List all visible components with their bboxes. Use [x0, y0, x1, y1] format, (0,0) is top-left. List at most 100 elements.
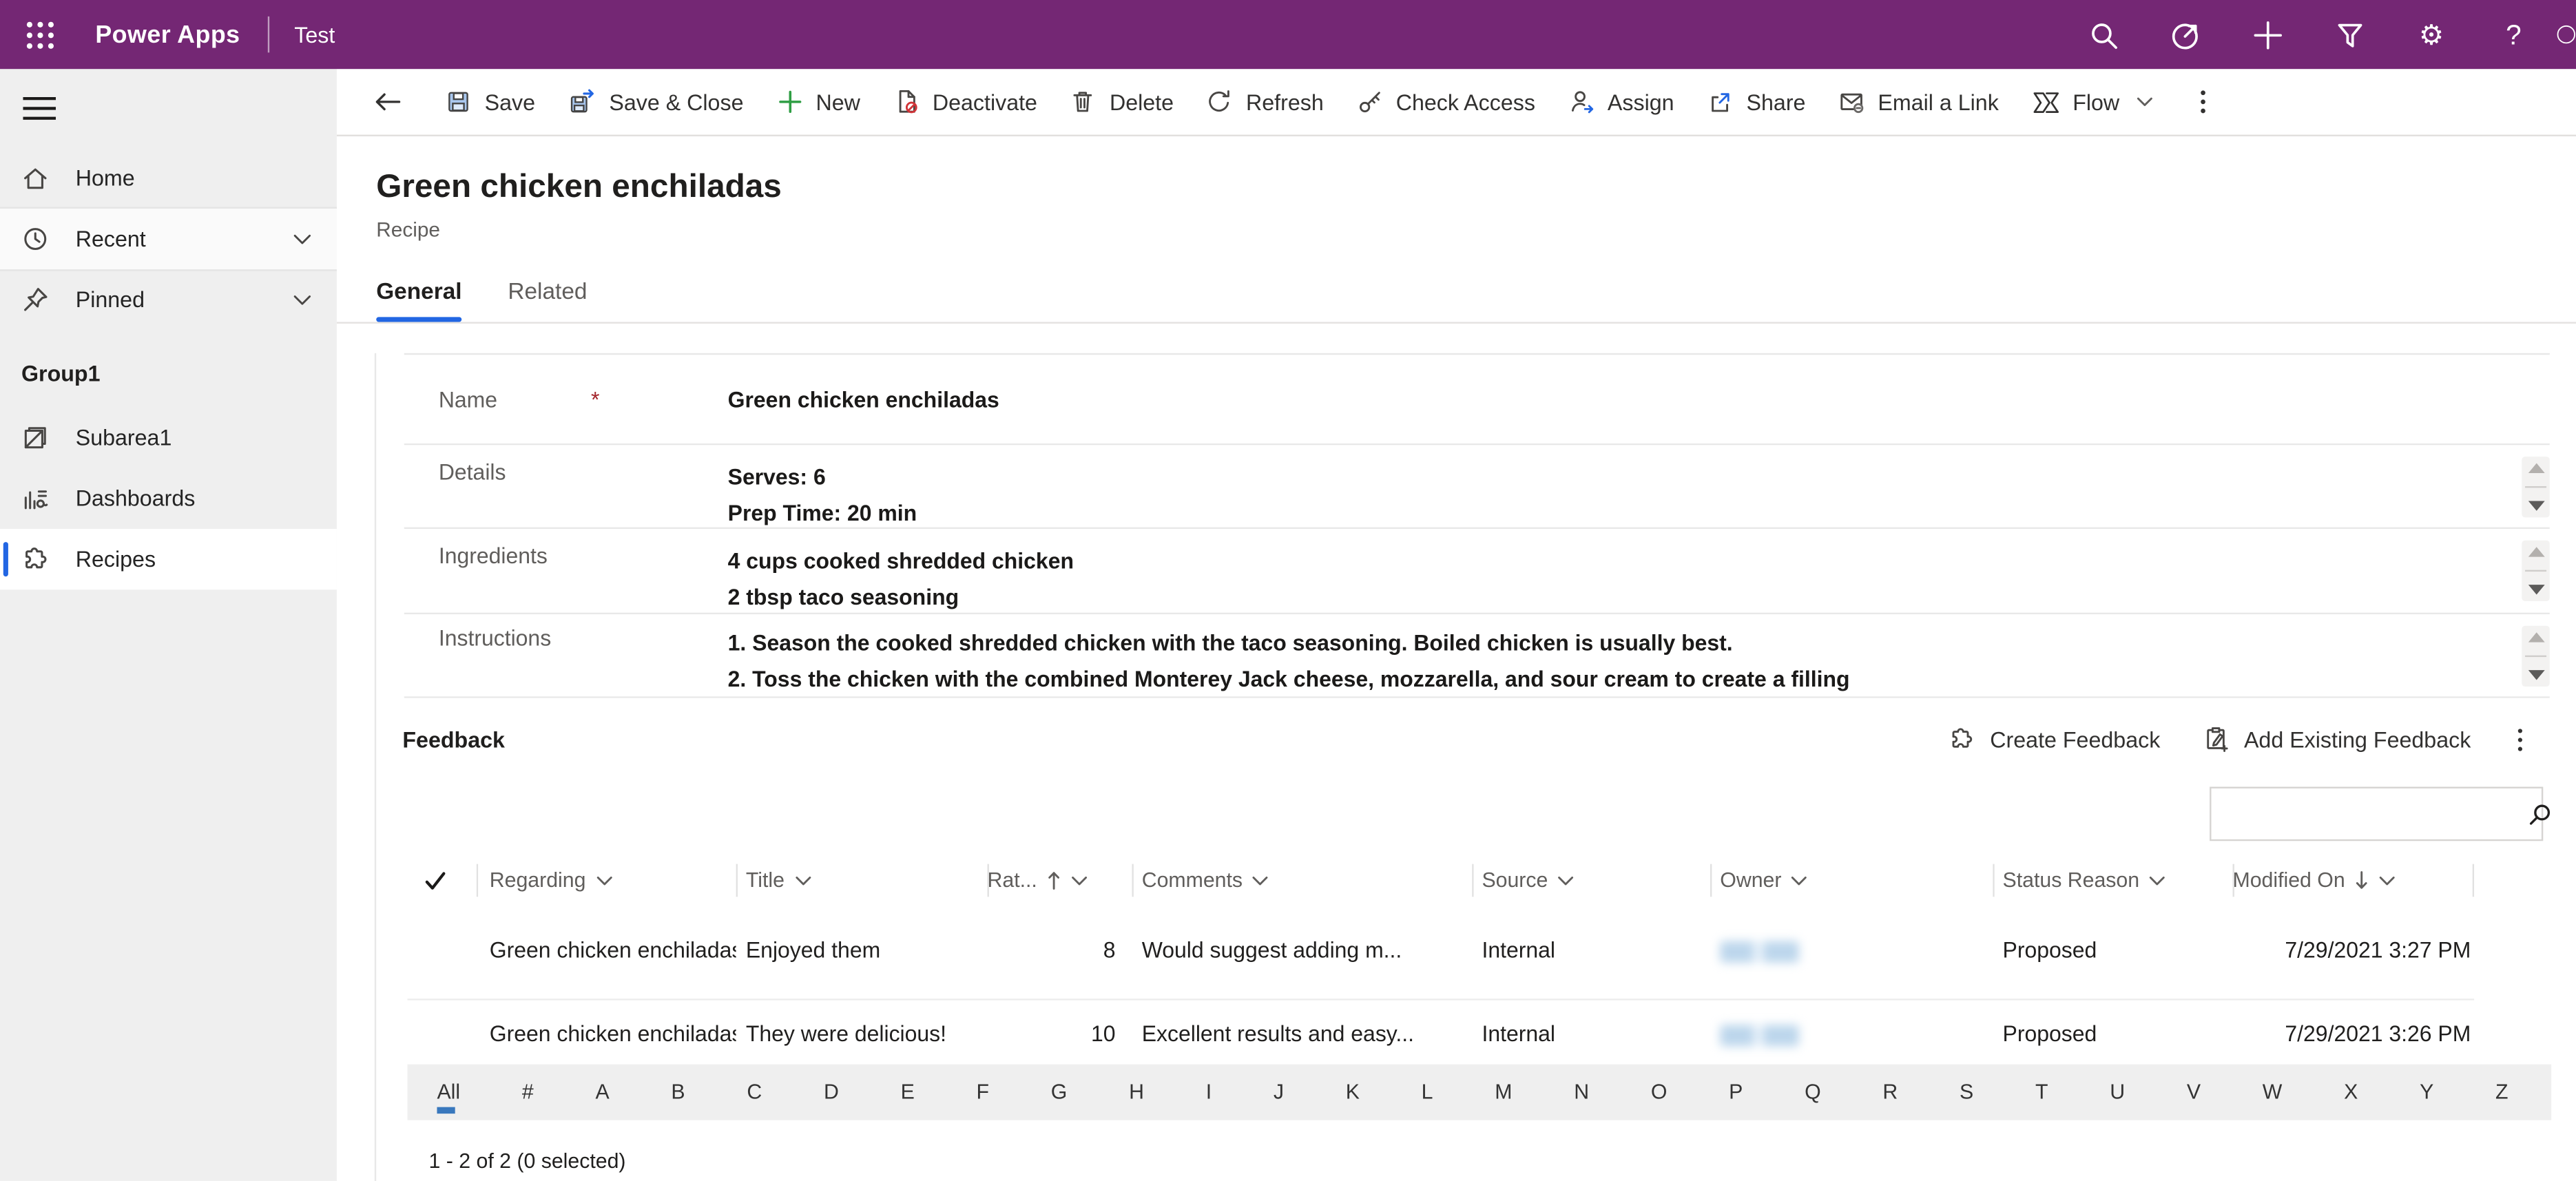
table-row[interactable]: Green chicken enchiladas Enjoyed them 8 … [408, 917, 2475, 985]
title-link[interactable]: They were delicious! [736, 1001, 988, 1069]
sidebar-item-pinned[interactable]: Pinned [0, 269, 337, 330]
jump-bar-item-q[interactable]: Q [1805, 1065, 1821, 1120]
back-button[interactable] [360, 74, 415, 129]
jump-bar-item-r[interactable]: R [1882, 1065, 1898, 1120]
ingredients-field-value[interactable]: 4 cups cooked shredded chicken 2 tbsp ta… [728, 529, 2550, 614]
flow-button[interactable]: Flow [2015, 74, 2170, 129]
jump-bar-item-t[interactable]: T [2035, 1065, 2048, 1120]
scroll-down-icon[interactable] [2528, 670, 2544, 680]
sidebar-item-recipes[interactable]: Recipes [0, 529, 337, 589]
column-header-owner[interactable]: Owner [1710, 859, 1993, 901]
plus-icon[interactable] [2226, 0, 2308, 69]
chevron-down-icon [2136, 95, 2154, 108]
circle-arrow-icon[interactable] [2144, 0, 2226, 69]
select-all-check-icon[interactable] [408, 859, 477, 901]
sidebar-item-subarea1[interactable]: Subarea1 [0, 408, 337, 468]
jump-bar-item-b[interactable]: B [671, 1065, 685, 1120]
jump-bar-item-x[interactable]: X [2344, 1065, 2358, 1120]
delete-button[interactable]: Delete [1054, 74, 1190, 129]
instructions-field-value[interactable]: 1. Season the cooked shredded chicken wi… [728, 614, 2550, 698]
instructions-scroll-stepper[interactable] [2522, 626, 2550, 687]
name-field-value[interactable]: Green chicken enchiladas [728, 353, 2550, 446]
jump-bar-item-g[interactable]: G [1051, 1065, 1068, 1120]
column-header-modified-on[interactable]: Modified On [2232, 859, 2474, 901]
waffle-menu-icon[interactable] [0, 0, 79, 69]
sidebar-item-recent[interactable]: Recent [0, 209, 337, 269]
save-and-close-button[interactable]: Save & Close [552, 74, 760, 129]
jump-bar-item-u[interactable]: U [2110, 1065, 2125, 1120]
jump-bar-item-v[interactable]: V [2187, 1065, 2201, 1120]
jump-bar-item-s[interactable]: S [1960, 1065, 1973, 1120]
jump-bar-item-w[interactable]: W [2263, 1065, 2283, 1120]
jump-bar-item-all[interactable]: All [437, 1065, 460, 1120]
title-link[interactable]: Enjoyed them [736, 917, 988, 985]
jump-bar-item-e[interactable]: E [901, 1065, 915, 1120]
refresh-button[interactable]: Refresh [1190, 74, 1340, 129]
scroll-down-icon[interactable] [2528, 585, 2544, 594]
jump-bar-item-f[interactable]: F [977, 1065, 990, 1120]
ingredients-line1: 4 cups cooked shredded chicken [728, 544, 2501, 580]
details-line2: Prep Time: 20 min [728, 496, 2501, 529]
jump-bar-item-d[interactable]: D [824, 1065, 839, 1120]
feedback-more-commands-icon[interactable] [2500, 727, 2539, 751]
regarding-link[interactable]: Green chicken enchiladas [477, 917, 736, 985]
column-header-source[interactable]: Source [1472, 859, 1710, 901]
ingredients-scroll-stepper[interactable] [2522, 541, 2550, 601]
save-button[interactable]: Save [429, 74, 552, 129]
help-icon[interactable]: ? [2473, 0, 2555, 69]
deactivate-button[interactable]: Deactivate [877, 74, 1054, 129]
column-header-regarding[interactable]: Regarding [477, 859, 736, 901]
scroll-up-icon[interactable] [2528, 463, 2544, 473]
jump-bar-item-#[interactable]: # [522, 1065, 534, 1120]
tab-general[interactable]: General [376, 278, 461, 319]
jump-bar-item-a[interactable]: A [595, 1065, 609, 1120]
sidebar-item-dashboards[interactable]: Dashboards [0, 468, 337, 529]
gear-icon[interactable]: ⚙ [2390, 0, 2472, 69]
sidebar-item-label: Recipes [76, 547, 156, 572]
details-field-value[interactable]: Serves: 6 Prep Time: 20 min [728, 445, 2550, 529]
details-scroll-stepper[interactable] [2522, 457, 2550, 517]
scroll-up-icon[interactable] [2528, 547, 2544, 556]
create-feedback-button[interactable]: Create Feedback [1936, 726, 2174, 752]
jump-bar-item-l[interactable]: L [1422, 1065, 1433, 1120]
share-button[interactable]: Share [1690, 74, 1822, 129]
jump-bar-item-p[interactable]: P [1729, 1065, 1743, 1120]
email-a-link-button[interactable]: Email a Link [1822, 74, 2015, 129]
add-existing-feedback-button[interactable]: Add Existing Feedback [2190, 726, 2484, 752]
jump-bar-item-j[interactable]: J [1274, 1065, 1284, 1120]
jump-bar-item-z[interactable]: Z [2495, 1065, 2509, 1120]
jump-bar-item-i[interactable]: I [1206, 1065, 1212, 1120]
jump-bar-item-k[interactable]: K [1346, 1065, 1360, 1120]
filter-icon[interactable] [2308, 0, 2390, 69]
jump-bar-item-c[interactable]: C [747, 1065, 762, 1120]
tab-related[interactable]: Related [508, 278, 587, 319]
jump-bar-item-n[interactable]: N [1574, 1065, 1589, 1120]
search-icon[interactable] [2061, 0, 2143, 69]
jump-bar-item-y[interactable]: Y [2420, 1065, 2433, 1120]
grid-search-input[interactable] [2211, 788, 2526, 839]
chevron-down-icon [1558, 875, 1575, 886]
account-icon[interactable] [2555, 0, 2576, 69]
environment-name[interactable]: Test [294, 22, 335, 47]
new-button[interactable]: New [760, 74, 876, 129]
column-header-comments[interactable]: Comments [1132, 859, 1472, 901]
hamburger-menu-icon[interactable] [0, 69, 79, 147]
jump-bar-item-h[interactable]: H [1129, 1065, 1144, 1120]
scroll-up-icon[interactable] [2528, 632, 2544, 642]
sidebar-item-home[interactable]: Home [0, 148, 337, 209]
page-title: Green chicken enchiladas [376, 169, 782, 207]
field-row-instructions: Instructions 1. Season the cooked shredd… [376, 614, 2550, 698]
column-header-title[interactable]: Title [736, 859, 988, 901]
scroll-down-icon[interactable] [2528, 501, 2544, 510]
more-commands-icon[interactable] [2180, 74, 2226, 129]
check-access-button[interactable]: Check Access [1340, 74, 1552, 129]
grid-search-icon[interactable] [2526, 801, 2553, 827]
jump-bar-item-m[interactable]: M [1495, 1065, 1512, 1120]
column-header-status-reason[interactable]: Status Reason [1993, 859, 2232, 901]
table-row[interactable]: Green chicken enchiladas They were delic… [408, 1001, 2475, 1069]
column-header-rating[interactable]: Rat... [988, 859, 1132, 901]
assign-button[interactable]: Assign [1552, 74, 1691, 129]
jump-bar-item-o[interactable]: O [1651, 1065, 1668, 1120]
regarding-link[interactable]: Green chicken enchiladas [477, 1001, 736, 1069]
app-title[interactable]: Power Apps [95, 21, 240, 49]
